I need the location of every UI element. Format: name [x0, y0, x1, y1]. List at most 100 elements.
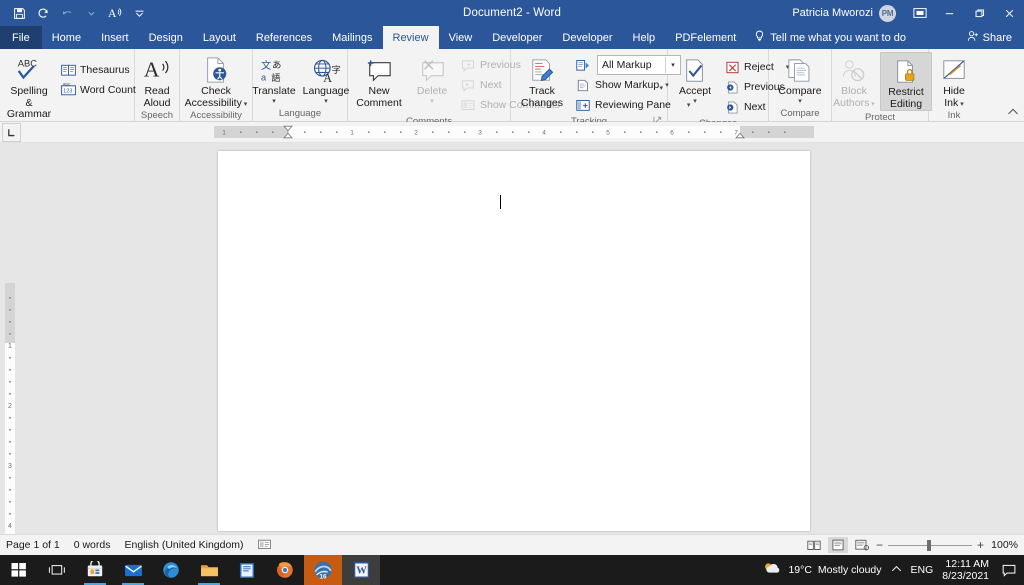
- accept-button[interactable]: Accept ▾: [670, 52, 720, 105]
- svg-text:A: A: [108, 7, 117, 20]
- tab-references[interactable]: References: [246, 26, 322, 49]
- chrome-icon[interactable]: [266, 555, 304, 585]
- mail-icon[interactable]: [114, 555, 152, 585]
- undo-icon[interactable]: [56, 2, 78, 24]
- restore-button[interactable]: [964, 0, 994, 26]
- zoom-track[interactable]: [888, 539, 972, 551]
- tab-help[interactable]: Help: [623, 26, 666, 49]
- tab-home[interactable]: Home: [42, 26, 91, 49]
- display-for-review-value: All Markup: [602, 59, 652, 71]
- chevron-down-icon[interactable]: ▾: [659, 85, 663, 92]
- zoom-slider[interactable]: − +: [876, 539, 984, 551]
- book-app-icon[interactable]: [228, 555, 266, 585]
- tab-insert[interactable]: Insert: [91, 26, 139, 49]
- word-count-status[interactable]: 0 words: [74, 539, 111, 551]
- start-button[interactable]: [0, 555, 38, 585]
- microsoft-store-icon[interactable]: [76, 555, 114, 585]
- chevron-down-icon[interactable]: ▾: [242, 101, 248, 108]
- print-layout-view-button[interactable]: [828, 537, 848, 553]
- delete-comment-button: Delete ▾: [408, 52, 456, 105]
- chevron-down-icon[interactable]: ▾: [693, 98, 697, 105]
- tell-me-label: Tell me what you want to do: [770, 31, 907, 44]
- customize-qat-icon[interactable]: [128, 2, 150, 24]
- language-status[interactable]: English (United Kingdom): [124, 539, 243, 551]
- hide-ink-button[interactable]: Hide Ink ▾: [930, 52, 978, 109]
- page-number-status[interactable]: Page 1 of 1: [6, 539, 60, 551]
- group-label-compare: Compare: [780, 108, 820, 119]
- chevron-down-icon[interactable]: ▾: [324, 98, 328, 105]
- zoom-level[interactable]: 100%: [988, 539, 1018, 551]
- reviewing-pane-label: Reviewing Pane: [595, 99, 671, 111]
- thesaurus-button[interactable]: Thesaurus: [56, 60, 140, 80]
- language-button[interactable]: A字 Language ▾: [300, 52, 352, 105]
- avatar[interactable]: PM: [879, 4, 896, 22]
- web-layout-view-button[interactable]: [852, 537, 872, 553]
- new-comment-button[interactable]: New Comment: [350, 52, 408, 109]
- reject-icon: [724, 59, 740, 75]
- share-button[interactable]: Share: [959, 26, 1024, 49]
- minimize-button[interactable]: [934, 0, 964, 26]
- word-icon[interactable]: W: [342, 555, 380, 585]
- collapse-ribbon-button[interactable]: [1007, 108, 1019, 119]
- weather-widget[interactable]: 19°C Mostly cloudy: [762, 561, 882, 579]
- zoom-out-button[interactable]: −: [876, 539, 883, 551]
- tab-stop-selector[interactable]: [2, 122, 21, 142]
- tab-mailings[interactable]: Mailings: [322, 26, 382, 49]
- tab-view[interactable]: View: [439, 26, 483, 49]
- spelling-label-1: Spelling &: [10, 85, 48, 109]
- next-change-icon: [724, 99, 740, 115]
- read-aloud-icon[interactable]: A: [104, 2, 126, 24]
- restrict-editing-button[interactable]: Restrict Editing: [880, 52, 932, 111]
- document-page[interactable]: [218, 151, 810, 531]
- tab-file[interactable]: File: [0, 26, 42, 49]
- microsoft-edge-icon[interactable]: [152, 555, 190, 585]
- ribbon-display-options-icon[interactable]: [906, 0, 934, 26]
- read-mode-view-button[interactable]: [804, 537, 824, 553]
- thesaurus-icon: [60, 62, 76, 78]
- save-icon[interactable]: [8, 2, 30, 24]
- ribbon-tab-strip: File Home Insert Design Layout Reference…: [0, 26, 1024, 49]
- compare-button[interactable]: Compare ▾: [769, 52, 831, 105]
- clock[interactable]: 12:11 AM 8/23/2021: [942, 558, 989, 582]
- horizontal-ruler[interactable]: 1 | 1 2 3 4 5 6 7: [214, 125, 814, 139]
- tab-review[interactable]: Review: [382, 26, 439, 49]
- language-label: Language: [302, 85, 350, 97]
- spelling-and-grammar-button[interactable]: ABC Spelling & Grammar: [2, 52, 56, 121]
- word-count-label: Word Count: [80, 84, 136, 96]
- redo-icon[interactable]: [32, 2, 54, 24]
- track-changes-button[interactable]: Track Changes ▾: [513, 52, 663, 109]
- chevron-down-icon[interactable]: ▾: [272, 98, 276, 105]
- ribbon-group-proofing: ABC Spelling &Grammar Thesaurus ABC 123: [0, 49, 136, 133]
- check-accessibility-button[interactable]: Check Accessibility ▾: [179, 52, 253, 109]
- translate-button[interactable]: 文あa語 Translate ▾: [248, 52, 300, 105]
- vertical-ruler[interactable]: 123456: [2, 283, 18, 534]
- show-hidden-icons-button[interactable]: [891, 564, 902, 576]
- chevron-down-icon[interactable]: ▾: [798, 98, 802, 105]
- proofing-status-icon[interactable]: [257, 538, 271, 553]
- chevron-down-icon: ▾: [430, 97, 434, 105]
- zoom-thumb[interactable]: [926, 539, 931, 551]
- word-count-icon: ABC 123: [60, 82, 76, 98]
- tab-design[interactable]: Design: [139, 26, 193, 49]
- tab-developer-2[interactable]: Developer: [552, 26, 622, 49]
- file-explorer-icon[interactable]: [190, 555, 228, 585]
- svg-text:1: 1: [222, 130, 226, 137]
- media-player-icon[interactable]: 16: [304, 555, 342, 585]
- close-button[interactable]: [994, 0, 1024, 26]
- task-view-button[interactable]: [38, 555, 76, 585]
- tell-me-search[interactable]: Tell me what you want to do: [746, 26, 914, 49]
- account-name[interactable]: Patricia Mworozi: [792, 7, 873, 19]
- notifications-icon[interactable]: [998, 555, 1020, 585]
- tab-layout[interactable]: Layout: [193, 26, 246, 49]
- tab-developer-1[interactable]: Developer: [482, 26, 552, 49]
- tab-pdfelement[interactable]: PDFelement: [665, 26, 746, 49]
- ruler-bar: 1 | 1 2 3 4 5 6 7: [0, 122, 1024, 143]
- svg-text:ABC: ABC: [18, 58, 37, 68]
- undo-dropdown-icon[interactable]: [80, 2, 102, 24]
- read-aloud-button[interactable]: A Read Aloud: [134, 52, 180, 109]
- word-count-button[interactable]: ABC 123 Word Count: [56, 80, 140, 100]
- zoom-in-button[interactable]: +: [977, 539, 984, 551]
- document-workspace[interactable]: 123456: [0, 143, 1024, 534]
- language-indicator[interactable]: ENG: [911, 564, 934, 576]
- chevron-down-icon[interactable]: ▾: [958, 101, 964, 108]
